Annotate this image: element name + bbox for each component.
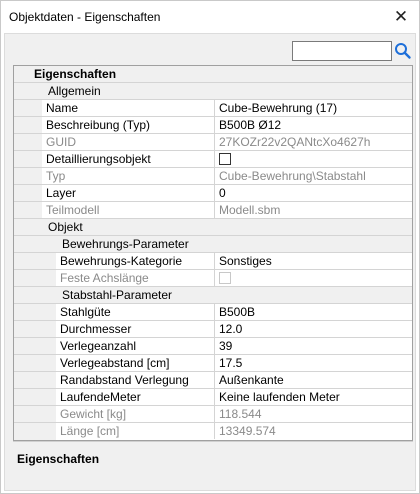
property-row-verlegeabstand[interactable]: Verlegeabstand [cm] 17.5	[14, 355, 412, 372]
property-row-stahlguete[interactable]: Stahlgüte B500B	[14, 304, 412, 321]
property-name: Randabstand Verlegung	[56, 372, 215, 388]
property-name: Teilmodell	[42, 202, 215, 218]
property-name: Durchmesser	[56, 321, 215, 337]
property-row-name[interactable]: Name Cube-Bewehrung (17)	[14, 100, 412, 117]
property-value[interactable]: Keine laufenden Meter	[215, 389, 412, 405]
property-value: 118.544	[215, 406, 412, 422]
property-value[interactable]: 0	[215, 185, 412, 201]
search-input[interactable]	[292, 41, 392, 61]
property-value[interactable]: 39	[215, 338, 412, 354]
property-grid: Eigenschaften Allgemein Name Cube-Bewehr…	[13, 65, 413, 441]
property-value[interactable]: Sonstiges	[215, 253, 412, 269]
property-name: Bewehrungs-Kategorie	[56, 253, 215, 269]
category-eigenschaften[interactable]: Eigenschaften	[14, 66, 412, 83]
property-row-bewehrungs-kategorie[interactable]: Bewehrungs-Kategorie Sonstiges	[14, 253, 412, 270]
property-name: Feste Achslänge	[56, 270, 215, 286]
category-allgemein[interactable]: Allgemein	[14, 83, 412, 100]
property-row-verlegeanzahl[interactable]: Verlegeanzahl 39	[14, 338, 412, 355]
property-value: 27KOZr22v2QANtcXo4627h	[215, 134, 412, 150]
property-name: Detaillierungsobjekt	[42, 151, 215, 167]
property-name: LaufendeMeter	[56, 389, 215, 405]
property-row-typ[interactable]: Typ Cube-Bewehrung\Stabstahl	[14, 168, 412, 185]
property-name: Beschreibung (Typ)	[42, 117, 215, 133]
property-value	[215, 270, 412, 286]
property-row-feste-achslaenge[interactable]: Feste Achslänge	[14, 270, 412, 287]
property-name: Gewicht [kg]	[56, 406, 215, 422]
property-name: Typ	[42, 168, 215, 184]
property-name: Stahlgüte	[56, 304, 215, 320]
property-name: Name	[42, 100, 215, 116]
category-bewehrungs-parameter[interactable]: Bewehrungs-Parameter	[14, 236, 412, 253]
description-panel: Eigenschaften	[13, 441, 413, 487]
property-row-detaillierungsobjekt[interactable]: Detaillierungsobjekt	[14, 151, 412, 168]
category-objekt[interactable]: Objekt	[14, 219, 412, 236]
property-row-guid[interactable]: GUID 27KOZr22v2QANtcXo4627h	[14, 134, 412, 151]
property-name: GUID	[42, 134, 215, 150]
property-value[interactable]: B500B	[215, 304, 412, 320]
description-title: Eigenschaften	[17, 452, 100, 466]
content-area: Eigenschaften Allgemein Name Cube-Bewehr…	[4, 33, 416, 491]
property-row-durchmesser[interactable]: Durchmesser 12.0	[14, 321, 412, 338]
property-value: Modell.sbm	[215, 202, 412, 218]
property-row-laufendemeter[interactable]: LaufendeMeter Keine laufenden Meter	[14, 389, 412, 406]
property-name: Verlegeabstand [cm]	[56, 355, 215, 371]
property-name: Layer	[42, 185, 215, 201]
category-label: Stabstahl-Parameter	[42, 287, 412, 303]
detaillierungsobjekt-checkbox[interactable]	[219, 153, 231, 165]
property-value[interactable]: 12.0	[215, 321, 412, 337]
property-row-randabstand[interactable]: Randabstand Verlegung Außenkante	[14, 372, 412, 389]
category-label: Bewehrungs-Parameter	[42, 236, 412, 252]
property-value[interactable]: B500B Ø12	[215, 117, 412, 133]
property-value[interactable]: Außenkante	[215, 372, 412, 388]
category-label: Eigenschaften	[14, 66, 412, 82]
category-label: Objekt	[28, 219, 412, 235]
category-label: Allgemein	[28, 83, 412, 99]
property-name: Verlegeanzahl	[56, 338, 215, 354]
property-value[interactable]: 17.5	[215, 355, 412, 371]
search-icon[interactable]	[394, 41, 412, 61]
search-bar	[5, 34, 415, 64]
property-row-laenge[interactable]: Länge [cm] 13349.574	[14, 423, 412, 440]
property-name: Länge [cm]	[56, 423, 215, 439]
property-row-teilmodell[interactable]: Teilmodell Modell.sbm	[14, 202, 412, 219]
close-button[interactable]: ✕	[389, 5, 413, 29]
properties-window: Objektdaten - Eigenschaften ✕ Eigenschaf…	[0, 0, 420, 494]
property-row-layer[interactable]: Layer 0	[14, 185, 412, 202]
property-row-gewicht[interactable]: Gewicht [kg] 118.544	[14, 406, 412, 423]
category-stabstahl-parameter[interactable]: Stabstahl-Parameter	[14, 287, 412, 304]
property-row-beschreibung[interactable]: Beschreibung (Typ) B500B Ø12	[14, 117, 412, 134]
window-title: Objektdaten - Eigenschaften	[9, 10, 161, 24]
feste-achslaenge-checkbox	[219, 272, 231, 284]
property-value[interactable]: Cube-Bewehrung (17)	[215, 100, 412, 116]
property-value	[215, 151, 412, 167]
property-value: Cube-Bewehrung\Stabstahl	[215, 168, 412, 184]
property-value: 13349.574	[215, 423, 412, 439]
title-bar: Objektdaten - Eigenschaften ✕	[1, 1, 419, 33]
